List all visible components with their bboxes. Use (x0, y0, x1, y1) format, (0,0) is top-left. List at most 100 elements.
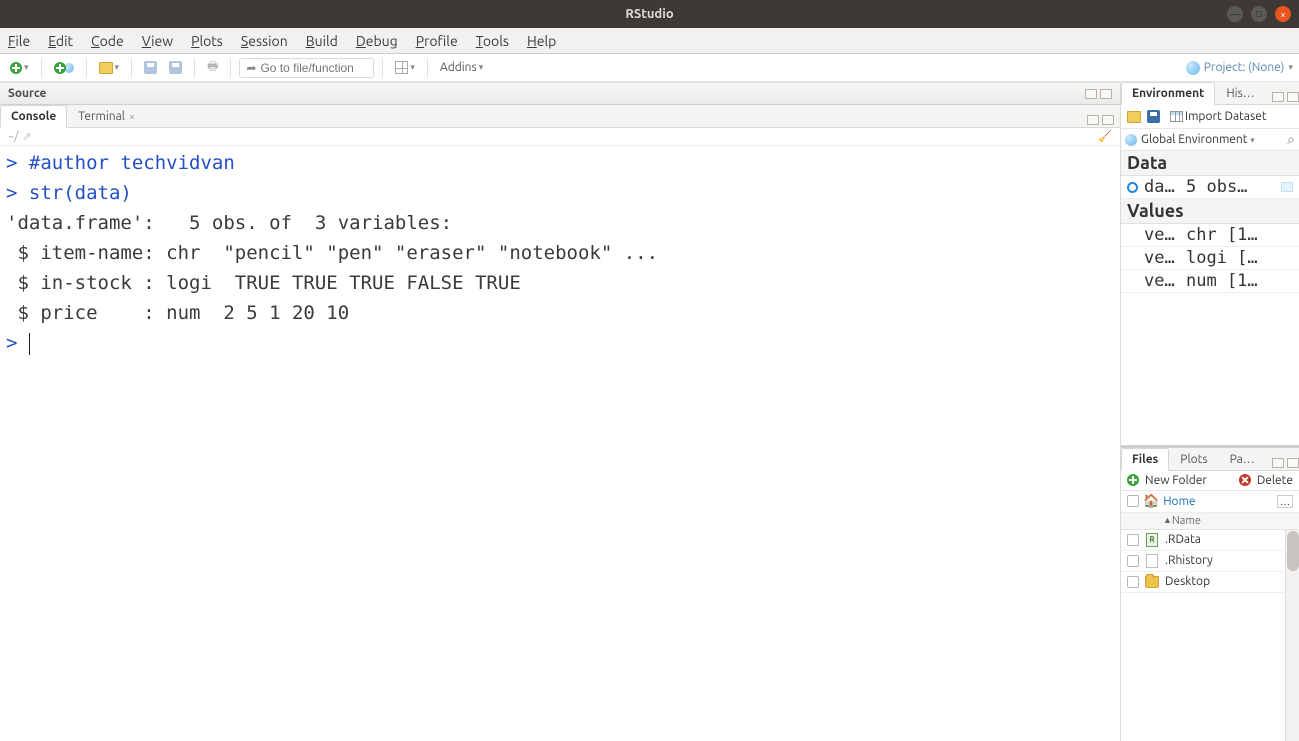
minimize-icon[interactable]: — (1227, 6, 1243, 22)
close-icon[interactable]: × (1275, 6, 1291, 22)
search-icon[interactable] (1287, 131, 1295, 148)
tab-environment[interactable]: Environment (1121, 82, 1215, 105)
env-row[interactable]: ve…num [1… (1121, 270, 1299, 293)
env-scope-selector[interactable]: Global Environment ▾ (1141, 133, 1255, 146)
env-var-value: chr [1… (1186, 225, 1293, 245)
file-row[interactable]: Desktop (1121, 572, 1285, 593)
expand-icon[interactable] (1127, 182, 1138, 193)
main-menu-bar: File Edit Code View Plots Session Build … (0, 28, 1299, 54)
select-all-checkbox[interactable] (1127, 495, 1139, 507)
menu-debug[interactable]: Debug (356, 33, 398, 49)
pane-maximize-icon[interactable] (1102, 115, 1114, 125)
clear-console-icon[interactable]: 🧹 (1098, 130, 1112, 143)
save-button[interactable] (140, 59, 161, 76)
new-file-button[interactable]: ▾ (6, 60, 33, 76)
delete-icon (1239, 474, 1251, 486)
tab-plots[interactable]: Plots (1169, 448, 1218, 470)
more-path-button[interactable]: … (1277, 495, 1293, 508)
file-checkbox[interactable] (1127, 576, 1139, 588)
maximize-icon[interactable]: □ (1251, 6, 1267, 22)
grid-button[interactable]: ▾ (391, 59, 419, 76)
file-row[interactable]: R.RData (1121, 530, 1285, 551)
main-toolbar: ▾ ▾ 🖶 ➦ ▾ Addins ▾ Project: (None) ▾ (0, 54, 1299, 82)
r-logo-icon (1186, 61, 1200, 75)
pane-maximize-icon[interactable] (1100, 89, 1112, 99)
tab-packages[interactable]: Pa… (1219, 448, 1266, 470)
pane-maximize-icon[interactable] (1287, 458, 1299, 468)
menu-build[interactable]: Build (306, 33, 338, 49)
breadcrumb-home[interactable]: Home (1163, 495, 1195, 508)
env-toolbar: Import Dataset (1121, 105, 1299, 129)
menu-tools[interactable]: Tools (476, 33, 509, 49)
window-title: RStudio (0, 7, 1299, 21)
env-var-value: num [1… (1186, 271, 1293, 291)
env-row[interactable]: da… 5 obs… (1121, 176, 1299, 199)
scrollbar[interactable] (1285, 530, 1299, 741)
home-icon[interactable]: 🏠 (1143, 494, 1159, 509)
pane-minimize-icon[interactable] (1272, 458, 1284, 468)
plus-icon (10, 62, 22, 74)
menu-session[interactable]: Session (241, 33, 288, 49)
file-checkbox[interactable] (1127, 534, 1139, 546)
pane-minimize-icon[interactable] (1085, 89, 1097, 99)
chevron-up-icon[interactable]: ▲ (1163, 515, 1172, 527)
project-selector[interactable]: Project: (None) (1204, 61, 1285, 74)
source-pane-header: Source (0, 82, 1120, 105)
menu-plots[interactable]: Plots (191, 33, 223, 49)
save-all-button[interactable] (165, 59, 186, 76)
view-grid-icon[interactable] (1281, 182, 1293, 192)
scrollbar-thumb[interactable] (1287, 531, 1299, 571)
tab-close-icon[interactable]: × (129, 111, 135, 122)
file-row[interactable]: .Rhistory (1121, 551, 1285, 572)
files-toolbar: New Folder Delete (1121, 471, 1299, 491)
open-button[interactable]: ▾ (95, 60, 124, 76)
file-checkbox[interactable] (1127, 555, 1139, 567)
menu-view[interactable]: View (142, 33, 173, 49)
column-name[interactable]: Name (1172, 515, 1201, 527)
save-icon (144, 61, 157, 74)
source-pane-title: Source (8, 87, 46, 100)
tab-history[interactable]: His… (1215, 82, 1265, 104)
file-name: Desktop (1165, 575, 1210, 588)
save-workspace-icon[interactable] (1147, 110, 1160, 123)
goto-file-input[interactable]: ➦ (239, 58, 374, 78)
env-row[interactable]: ve… chr [1… (1121, 224, 1299, 247)
tab-files[interactable]: Files (1121, 448, 1169, 471)
globe-icon (1125, 134, 1137, 146)
new-project-button[interactable] (50, 60, 78, 76)
menu-code[interactable]: Code (91, 33, 124, 49)
plus-icon (54, 62, 66, 74)
save-all-icon (169, 61, 182, 74)
pane-minimize-icon[interactable] (1087, 115, 1099, 125)
goto-file-field[interactable] (260, 61, 367, 75)
import-dataset-button[interactable]: Import Dataset (1166, 108, 1271, 125)
env-var-value: 5 obs… (1186, 177, 1275, 197)
file-name: .RData (1165, 533, 1201, 546)
menu-edit[interactable]: Edit (48, 33, 73, 49)
menu-help[interactable]: Help (527, 33, 556, 49)
env-var-name: da… (1144, 177, 1180, 197)
menu-profile[interactable]: Profile (416, 33, 458, 49)
console-tabs: Console Terminal× (0, 105, 1120, 128)
tab-console[interactable]: Console (0, 105, 67, 128)
folder-icon (1145, 576, 1159, 588)
folder-open-icon (99, 62, 113, 74)
load-workspace-icon[interactable] (1127, 111, 1141, 123)
new-folder-button[interactable]: New Folder (1145, 474, 1207, 487)
console-path-bar: ~/ ⇗ 🧹 (0, 128, 1120, 146)
env-scope-bar: Global Environment ▾ (1121, 129, 1299, 151)
menu-file[interactable]: File (8, 33, 30, 49)
pane-maximize-icon[interactable] (1287, 92, 1299, 102)
goto-dir-icon[interactable]: ⇗ (22, 130, 31, 143)
env-var-value: logi [… (1186, 248, 1293, 268)
print-button[interactable]: 🖶 (203, 55, 222, 80)
console-output[interactable]: > #author techvidvan > str(data) 'data.f… (0, 146, 1120, 741)
file-name: .Rhistory (1165, 554, 1213, 567)
pane-minimize-icon[interactable] (1272, 92, 1284, 102)
env-row[interactable]: ve… logi [… (1121, 247, 1299, 270)
tab-terminal[interactable]: Terminal× (67, 105, 145, 127)
delete-button[interactable]: Delete (1257, 474, 1293, 487)
addins-button[interactable]: Addins ▾ (436, 59, 487, 76)
env-var-name: ve… (1144, 248, 1180, 268)
env-var-name: ve… (1144, 225, 1180, 245)
